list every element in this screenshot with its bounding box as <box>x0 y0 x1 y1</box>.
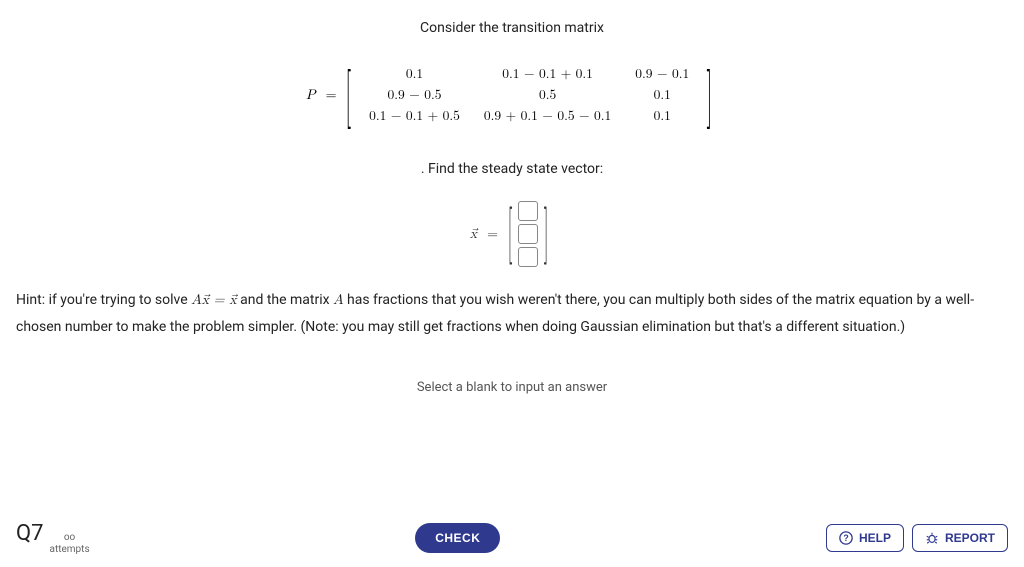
check-button[interactable]: CHECK <box>415 523 500 553</box>
matrix-cell: 0.1 − 0.1 + 0.1 <box>472 64 623 85</box>
attempts-indicator: oo attempts <box>50 533 90 555</box>
matrix-cell: 0.9 − 0.1 <box>623 64 701 85</box>
left-bracket-icon: [ <box>508 209 513 258</box>
answer-blank-3[interactable] <box>518 247 538 267</box>
bottom-bar: Q7 oo attempts CHECK ? HELP REPORT <box>0 512 1024 567</box>
matrix-cells: 0.1 0.1 − 0.1 + 0.1 0.9 − 0.1 0.9 − 0.5 … <box>357 64 701 127</box>
matrix-cell: 0.1 − 0.1 + 0.5 <box>357 106 472 127</box>
report-label: REPORT <box>945 531 995 545</box>
equals-sign: = <box>326 87 337 104</box>
hint-matrix-A: A <box>333 293 344 307</box>
matrix-cell: 0.1 <box>623 106 701 127</box>
question-number: Q7 oo attempts <box>16 521 90 555</box>
matrix-cell: 0.1 <box>357 64 472 85</box>
steady-state-vector: x⃗ = [ ] <box>470 201 555 267</box>
svg-text:?: ? <box>843 533 848 543</box>
vector-label: x⃗ <box>470 226 477 243</box>
attempts-label: attempts <box>50 545 90 555</box>
right-bracket-icon: ] <box>544 209 549 258</box>
help-label: HELP <box>859 531 891 545</box>
equals-sign: = <box>487 226 498 243</box>
hint-equation: Ax⃗ = x⃗ <box>191 293 236 307</box>
prompt-text: Consider the transition matrix <box>12 20 1012 36</box>
matrix-cell: 0.1 <box>623 85 701 106</box>
subprompt-text: . Find the steady state vector: <box>12 161 1012 177</box>
transition-matrix: P = [ 0.1 0.1 − 0.1 + 0.1 0.9 − 0.1 0.9 … <box>306 64 718 127</box>
matrix-label: P <box>306 87 316 104</box>
infinity-icon: oo <box>64 533 75 543</box>
answer-blank-1[interactable] <box>518 201 538 221</box>
select-blank-hint: Select a blank to input an answer <box>12 380 1012 395</box>
hint-text: Hint: if you're trying to solve Ax⃗ = x⃗… <box>12 287 1012 340</box>
left-bracket-icon: [ <box>346 75 352 117</box>
bug-icon <box>925 531 939 545</box>
hint-prefix: Hint: if you're trying to solve <box>16 292 191 308</box>
qnum-text: Q7 <box>16 521 44 546</box>
right-bracket-icon: ] <box>707 75 713 117</box>
help-button[interactable]: ? HELP <box>826 524 904 552</box>
matrix-cell: 0.9 + 0.1 − 0.5 − 0.1 <box>472 106 623 127</box>
matrix-cell: 0.9 − 0.5 <box>357 85 472 106</box>
help-icon: ? <box>839 531 853 545</box>
hint-mid1: and the matrix <box>237 292 333 308</box>
report-button[interactable]: REPORT <box>912 524 1008 552</box>
matrix-cell: 0.5 <box>472 85 623 106</box>
answer-blank-2[interactable] <box>518 224 538 244</box>
